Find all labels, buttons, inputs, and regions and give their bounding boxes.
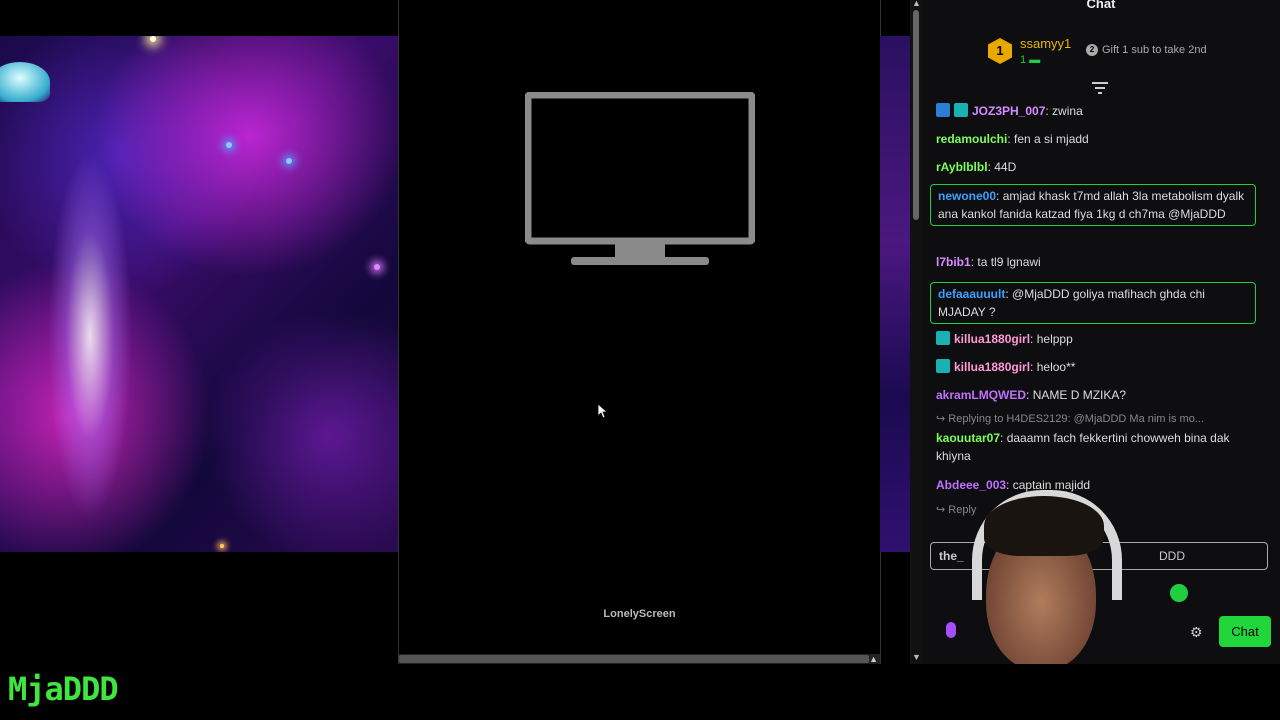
chat-username[interactable]: redamoulchi: [936, 132, 1007, 146]
streamer-name: MjaDDD: [8, 670, 119, 708]
chat-message: defaaauuult: @MjaDDD goliya mafihach ghd…: [930, 282, 1256, 324]
chat-username[interactable]: newone00: [938, 189, 996, 203]
sub-badge-icon: [936, 359, 950, 373]
leader-count-value: 1: [1020, 54, 1027, 66]
chat-message: killua1880girl: helppp: [936, 330, 1266, 348]
chat-username[interactable]: rAyblblbl: [936, 160, 988, 174]
scroll-down-icon[interactable]: ▼: [912, 652, 921, 662]
gift-sub-text[interactable]: Gift 1 sub to take 2nd: [1102, 44, 1207, 56]
mouse-cursor-icon: [598, 404, 608, 418]
chat-message-text: : ta tl9 lgnawi: [970, 255, 1041, 269]
chat-username[interactable]: killua1880girl: [954, 360, 1030, 374]
chat-message: kaouutar07: daaamn fach fekkertini choww…: [936, 429, 1266, 465]
chat-message-text: : helppp: [1030, 332, 1073, 346]
chat-message-text: : heloo**: [1030, 360, 1076, 374]
chat-username[interactable]: JOZ3PH_007: [972, 104, 1045, 118]
gift-rank-icon: 2: [1086, 44, 1098, 56]
galaxy-wallpaper-edge: [880, 36, 910, 552]
sub-badge-icon: [954, 103, 968, 117]
chat-message-text: : NAME D MZIKA?: [1026, 388, 1127, 402]
chat-leaderboard[interactable]: 1 ssamyy1 1 ▬ 2 Gift 1 sub to take 2nd: [922, 30, 1280, 82]
chat-username[interactable]: defaaauuult: [938, 287, 1005, 301]
gift-box-icon: ▬: [1029, 54, 1041, 66]
lonelyscreen-window: LonelyScreen ▲: [398, 0, 881, 664]
gear-icon[interactable]: ⚙: [1190, 624, 1203, 641]
leader-name[interactable]: ssamyy1: [1020, 36, 1071, 51]
sub-badge-icon: [936, 331, 950, 345]
chat-username[interactable]: l7bib1: [936, 255, 971, 269]
vertical-scroll-thumb[interactable]: [913, 10, 919, 220]
chat-input-prefix: the_: [939, 549, 964, 563]
chat-message: JOZ3PH_007: zwina: [936, 102, 1266, 120]
chat-message: l7bib1: ta tl9 lgnawi: [936, 253, 1266, 271]
scroll-up-icon[interactable]: ▲: [912, 0, 921, 8]
chat-title: Chat: [1086, 0, 1116, 11]
chat-message: newone00: amjad khask t7md allah 3la met…: [930, 184, 1256, 226]
reply-indicator: ↪ Replying to H4DES2129: @MjaDDD Ma nim …: [936, 413, 1204, 425]
jellyfish-graphic: [0, 62, 50, 102]
chat-message: akramLMQWED: NAME D MZIKA?: [936, 386, 1266, 404]
rank-badge: 1: [988, 38, 1012, 64]
webcam-overlay: [962, 480, 1150, 664]
horizontal-scrollbar[interactable]: ▲: [399, 654, 880, 664]
chat-message-text: : 44D: [987, 160, 1017, 174]
chat-message-text: : fen a si mjadd: [1007, 132, 1089, 146]
chat-message: redamoulchi: fen a si mjadd: [936, 130, 1266, 148]
chat-message-text: : zwina: [1045, 104, 1083, 118]
chat-username[interactable]: akramLMQWED: [936, 388, 1026, 402]
vertical-scrollbar[interactable]: ▲ ▼: [910, 0, 922, 664]
galaxy-wallpaper: [0, 36, 398, 552]
streamer-hair: [984, 496, 1104, 556]
scroll-up-arrow-icon[interactable]: ▲: [869, 654, 878, 664]
filter-icon[interactable]: [1092, 82, 1108, 94]
chat-input-suffix: DDD: [1159, 549, 1185, 563]
chat-username[interactable]: killua1880girl: [954, 332, 1030, 346]
horizontal-scroll-thumb[interactable]: [399, 655, 869, 663]
leader-gift-count: 1 ▬: [1020, 54, 1040, 66]
emote-icon[interactable]: [1170, 584, 1188, 602]
chat-send-button[interactable]: Chat: [1219, 616, 1271, 647]
vip-badge-icon: [936, 103, 950, 117]
chat-username[interactable]: kaouutar07: [936, 431, 1000, 445]
reply-text: Replying to H4DES2129: @MjaDDD Ma nim is…: [948, 413, 1204, 425]
lonelyscreen-label: LonelyScreen: [603, 608, 676, 620]
chat-message: killua1880girl: heloo**: [936, 358, 1266, 376]
mic-icon[interactable]: [946, 622, 956, 638]
tv-monitor-icon: [525, 92, 755, 265]
chat-message: rAyblblbl: 44D: [936, 158, 1266, 176]
